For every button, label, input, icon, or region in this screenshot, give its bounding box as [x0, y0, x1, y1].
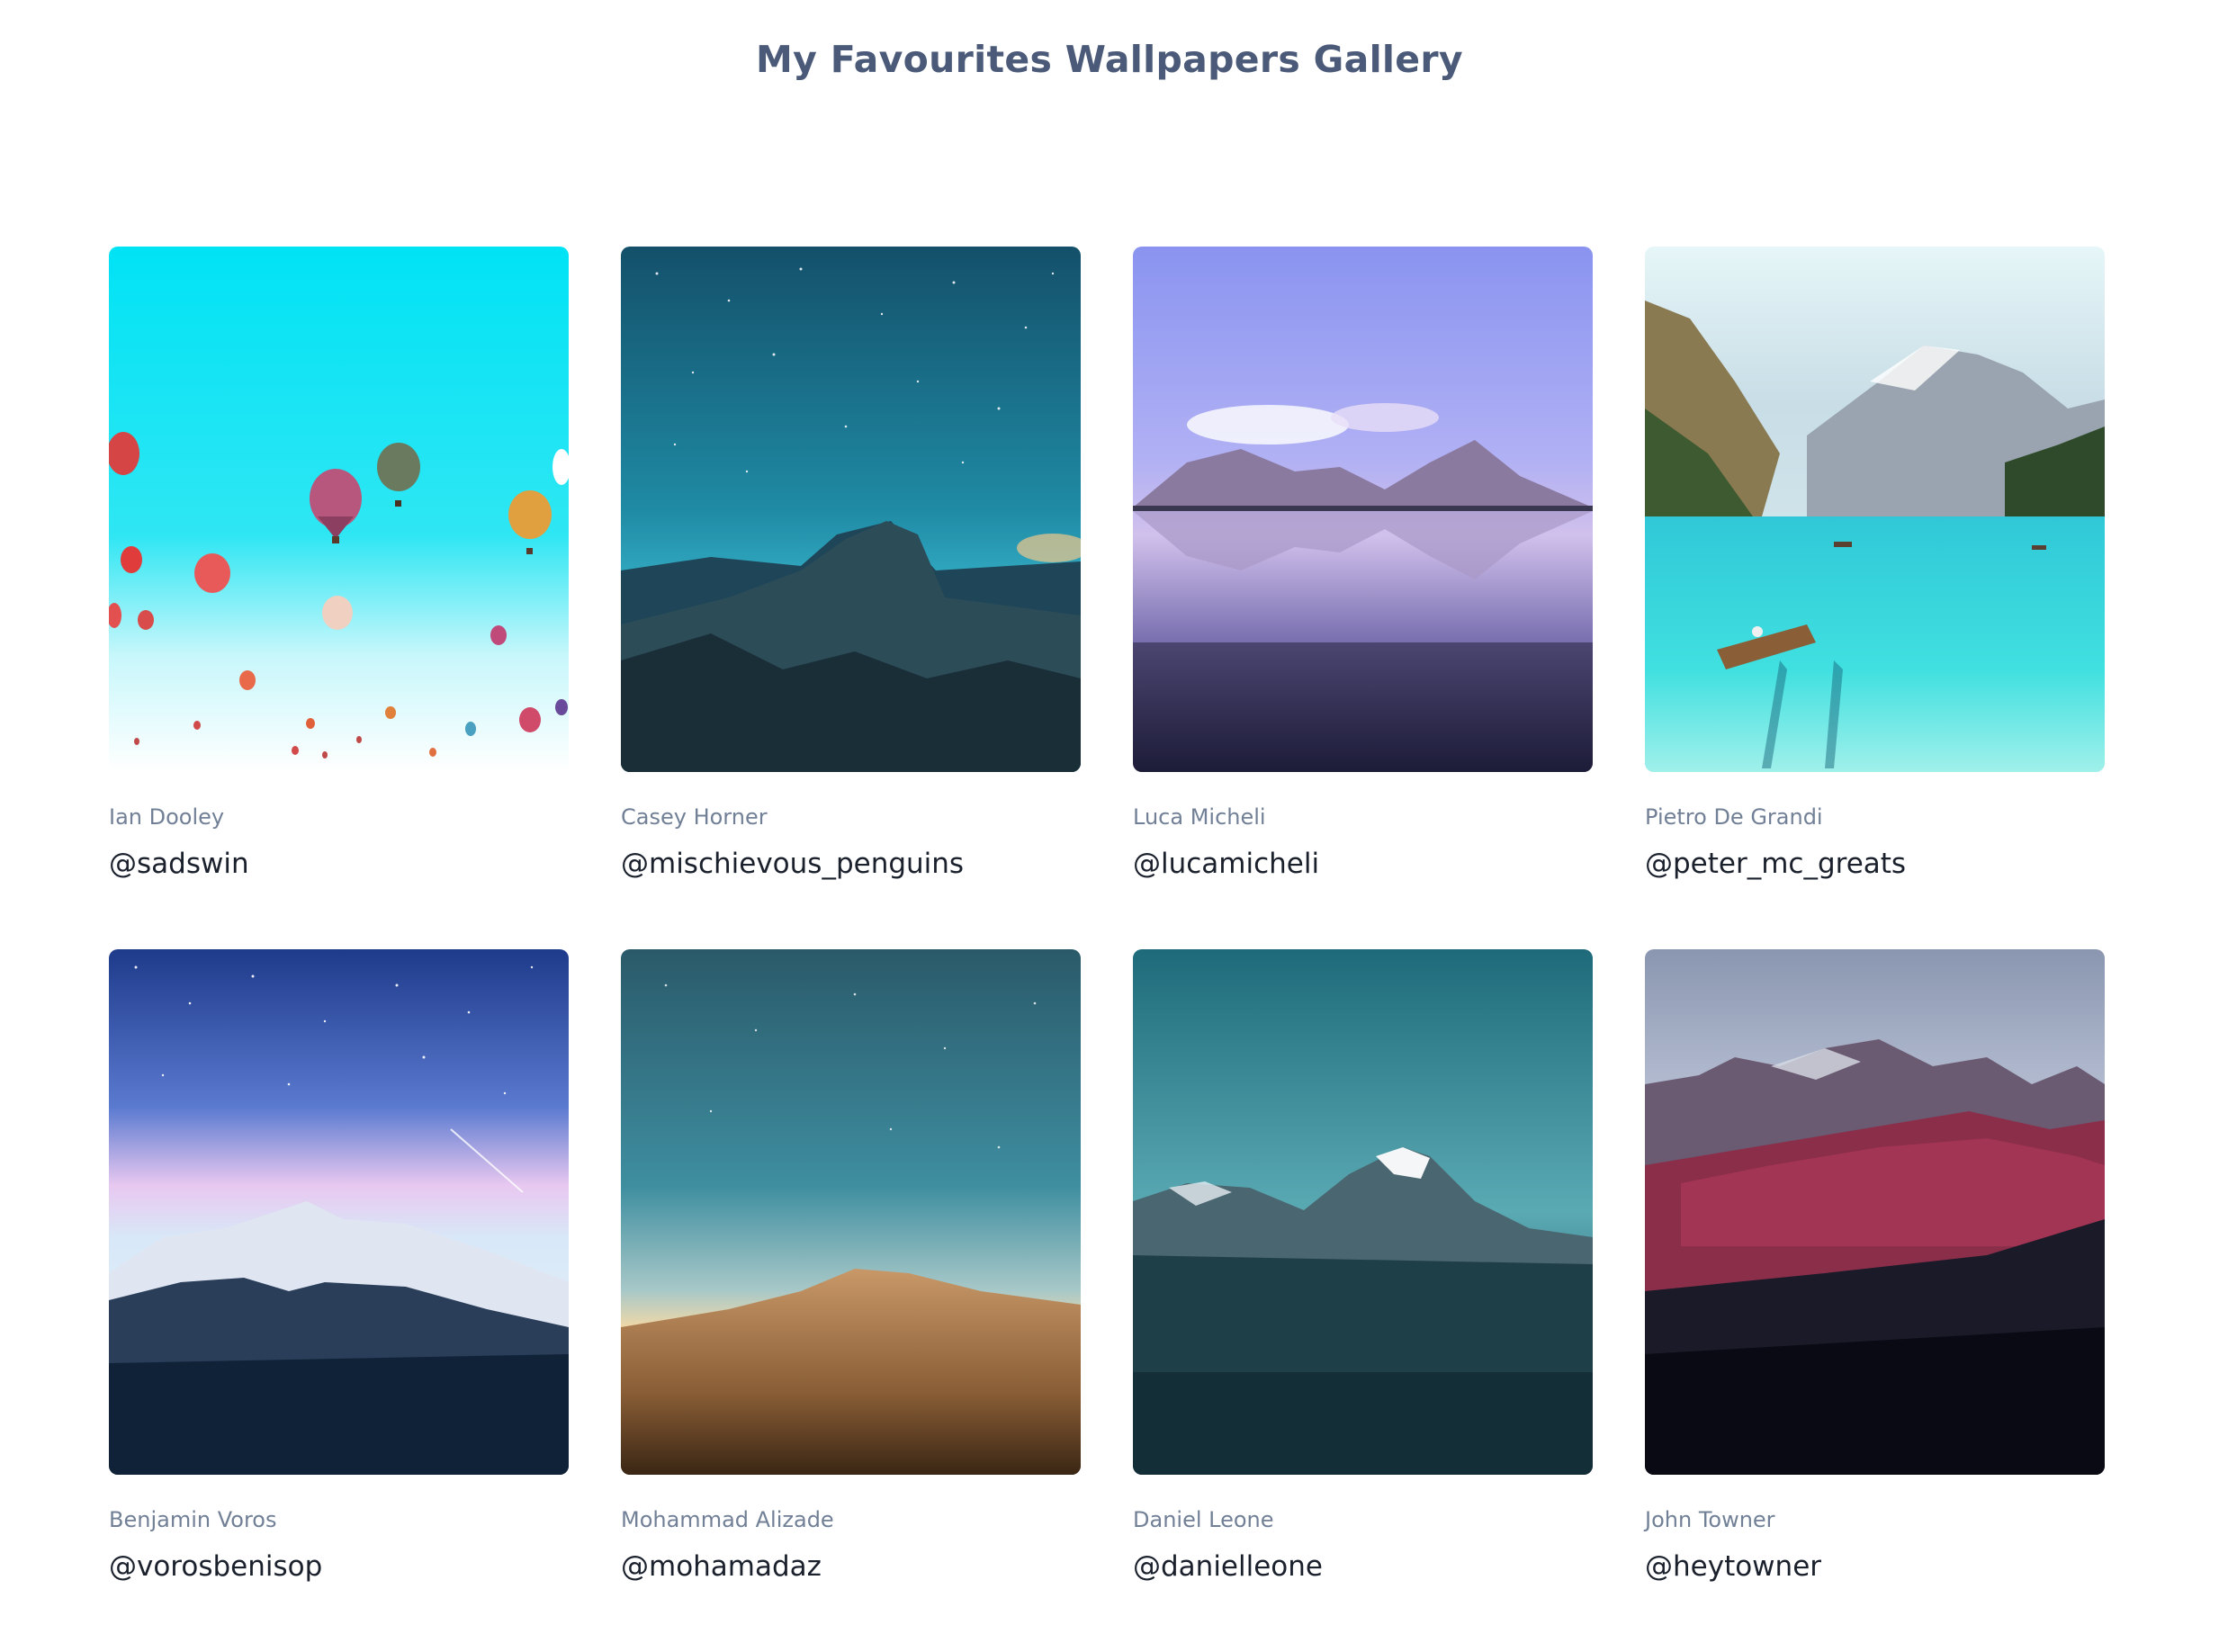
author-handle-link[interactable]: @sadswin	[109, 848, 249, 880]
author-name: John Towner	[1645, 1507, 1775, 1532]
gallery-card[interactable]: Benjamin Voros @vorosbenisop	[109, 949, 569, 1652]
wallpaper-photo-milky-way[interactable]	[109, 949, 569, 1475]
gallery-card[interactable]: Luca Micheli @lucamicheli	[1133, 247, 1593, 949]
gallery-card[interactable]: Ian Dooley @sadswin	[109, 247, 569, 949]
wallpaper-photo-desert-hill[interactable]	[621, 949, 1081, 1475]
gallery-card[interactable]: Daniel Leone @danielleone	[1133, 949, 1593, 1652]
wallpaper-photo-lake-reflection[interactable]	[1133, 247, 1593, 772]
author-name: Ian Dooley	[109, 804, 225, 830]
wallpaper-photo-turquoise-lake[interactable]	[1645, 247, 2105, 772]
gallery-card[interactable]: Pietro De Grandi @peter_mc_greats	[1645, 247, 2105, 949]
author-name: Mohammad Alizade	[621, 1507, 834, 1532]
author-name: Casey Horner	[621, 804, 768, 830]
gallery-card[interactable]: Mohammad Alizade @mohamadaz	[621, 949, 1081, 1652]
author-handle-link[interactable]: @danielleone	[1133, 1550, 1323, 1583]
wallpaper-photo-teal-peak[interactable]	[1133, 949, 1593, 1475]
author-name: Benjamin Voros	[109, 1507, 277, 1532]
gallery-card[interactable]: John Towner @heytowner	[1645, 949, 2105, 1652]
author-handle-link[interactable]: @lucamicheli	[1133, 848, 1319, 880]
author-handle-link[interactable]: @mischievous_penguins	[621, 848, 964, 880]
wallpaper-gallery: Ian Dooley @sadswin Casey Horner @mischi…	[109, 247, 2105, 1652]
wallpaper-photo-night-mountain[interactable]	[621, 247, 1081, 772]
author-name: Daniel Leone	[1133, 1507, 1274, 1532]
author-name: Pietro De Grandi	[1645, 804, 1823, 830]
author-handle-link[interactable]: @heytowner	[1645, 1550, 1821, 1583]
wallpaper-photo-red-mountains[interactable]	[1645, 949, 2105, 1475]
page-title: My Favourites Wallpapers Gallery	[756, 38, 1463, 81]
wallpaper-photo-balloons[interactable]	[109, 247, 569, 772]
author-handle-link[interactable]: @peter_mc_greats	[1645, 848, 1906, 880]
author-handle-link[interactable]: @mohamadaz	[621, 1550, 822, 1583]
author-name: Luca Micheli	[1133, 804, 1266, 830]
gallery-card[interactable]: Casey Horner @mischievous_penguins	[621, 247, 1081, 949]
author-handle-link[interactable]: @vorosbenisop	[109, 1550, 322, 1583]
